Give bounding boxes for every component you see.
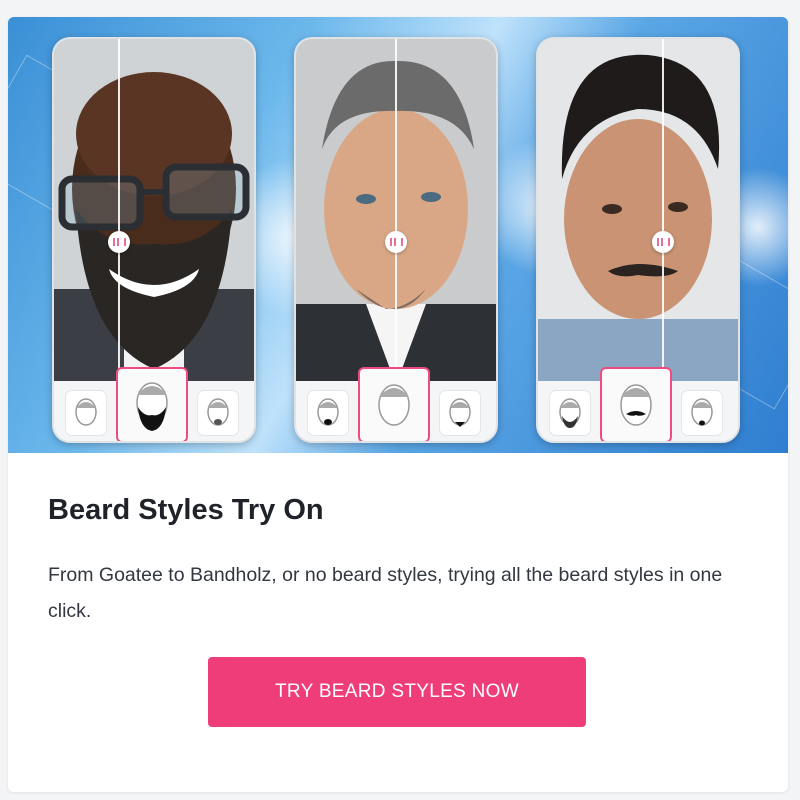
beard-style-thumbnails-1 (54, 369, 254, 441)
beard-face-icon[interactable] (550, 391, 590, 435)
hero-banner (8, 17, 788, 453)
try-beard-styles-button[interactable]: TRY BEARD STYLES NOW (208, 657, 586, 727)
face-photo-1 (54, 39, 254, 385)
goatee-face-icon[interactable] (308, 391, 348, 435)
compare-slider-handle-icon[interactable] (385, 231, 407, 253)
phone-preview-1 (52, 37, 256, 443)
card-title: Beard Styles Try On (48, 494, 324, 526)
compare-divider-1[interactable] (118, 39, 120, 385)
beard-styles-card: Beard Styles Try On From Goatee to Bandh… (8, 17, 788, 792)
beard-style-thumbnails-2 (296, 369, 496, 441)
goatee-face-icon[interactable] (198, 391, 238, 435)
no-beard-face-icon[interactable] (66, 391, 106, 435)
small-goatee-face-icon[interactable] (682, 391, 722, 435)
compare-divider-3[interactable] (662, 39, 664, 385)
compare-divider-2[interactable] (395, 39, 397, 385)
no-beard-face-icon[interactable] (360, 369, 428, 441)
phone-preview-2 (294, 37, 498, 443)
compare-slider-handle-icon[interactable] (652, 231, 674, 253)
card-description: From Goatee to Bandholz, or no beard sty… (48, 564, 723, 622)
mustache-face-icon[interactable] (602, 369, 670, 441)
compare-slider-handle-icon[interactable] (108, 231, 130, 253)
phone-preview-3 (536, 37, 740, 443)
chin-strap-face-icon[interactable] (440, 391, 480, 435)
beard-style-thumbnails-3 (538, 369, 738, 441)
face-photo-3 (538, 39, 738, 385)
full-beard-face-icon[interactable] (118, 369, 186, 441)
